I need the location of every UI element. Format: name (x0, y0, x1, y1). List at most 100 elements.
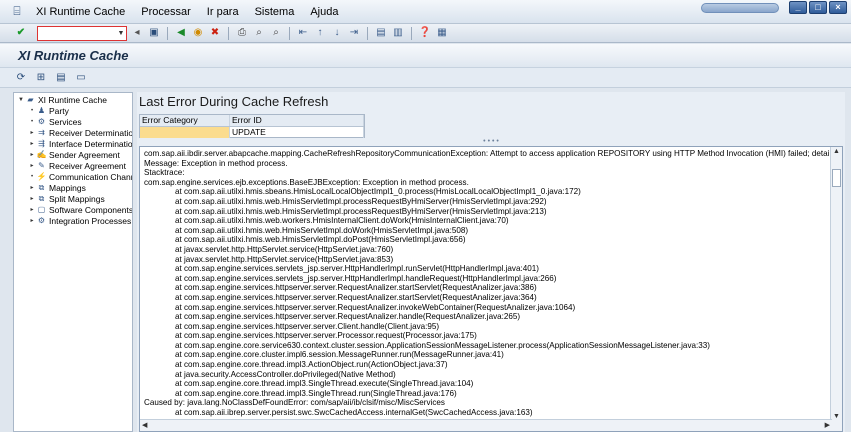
menu-bar: ⌸ XI Runtime Cache Processar Ir para Sis… (0, 0, 851, 24)
prev-page-icon[interactable]: ↑ (313, 26, 327, 40)
close-button[interactable]: × (829, 1, 847, 14)
cancel-icon[interactable]: ✖ (208, 26, 222, 40)
standard-toolbar: ✔ ▼ ◂ ▣ ◀ ◉ ✖ ⎙ ⌕ ⌕ ⇤ ↑ ↓ ⇥ ▤ ▥ ❓ ▦ (0, 24, 851, 43)
new-session-icon[interactable]: ▤ (374, 26, 388, 40)
scroll-right-icon[interactable]: ▶ (825, 421, 830, 429)
toolbar-separator (167, 26, 168, 40)
tree-item-label: Integration Processes (49, 215, 132, 226)
party-icon: ♟ (37, 106, 46, 115)
stacktrace-line: at com.sap.aii.utilxi.hmis.web.workers.H… (175, 216, 509, 226)
expand-icon[interactable]: ▸ (28, 129, 36, 136)
expand-icon[interactable]: ▸ (28, 162, 36, 169)
maximize-button[interactable]: □ (809, 1, 827, 14)
tree-item-label: Mappings (49, 182, 86, 193)
stacktrace-line: at javax.servlet.http.HttpServlet.servic… (175, 244, 394, 254)
stacktrace-line: at com.sap.engine.services.httpserver.se… (175, 302, 576, 312)
scroll-down-icon[interactable]: ▼ (833, 413, 840, 420)
stacktrace-line: at com.sap.engine.services.httpserver.se… (175, 283, 537, 293)
expand-icon[interactable]: ▸ (28, 206, 36, 213)
tree-item-receiver-determination[interactable]: ▸ ⇉ Receiver Determination (28, 127, 132, 138)
integration-process-icon: ⚙ (37, 216, 46, 225)
cache-object-tree: ▼ ▰ XI Runtime Cache • ♟ Party • ⚙ Servi… (13, 92, 133, 432)
tree-item-party[interactable]: • ♟ Party (28, 105, 69, 116)
main-content: Last Error During Cache Refresh Error Ca… (137, 92, 845, 432)
stacktrace-line: at com.sap.engine.core.thread.impl3.Acti… (175, 360, 448, 370)
shortcut-icon[interactable]: ▥ (391, 26, 405, 40)
column-header-error-category[interactable]: Error Category (140, 115, 230, 126)
menu-ir-para[interactable]: Ir para (199, 6, 247, 18)
first-page-icon[interactable]: ⇤ (296, 26, 310, 40)
expand-icon[interactable]: ▸ (28, 151, 36, 158)
chevron-down-icon[interactable]: ▼ (116, 27, 126, 40)
grid-header: Error Category Error ID (140, 115, 364, 127)
error-category-cell[interactable] (140, 127, 230, 138)
stacktrace-line: at com.sap.engine.core.service630.contex… (175, 340, 710, 350)
stacktrace-line: at com.sap.engine.services.servlets_jsp.… (175, 273, 557, 283)
tree-item-receiver-agreement[interactable]: ▸ ✎ Receiver Agreement (28, 160, 126, 171)
enter-icon[interactable]: ✔ (14, 26, 28, 40)
find-icon[interactable]: ⌕ (252, 26, 266, 40)
tree-item-services[interactable]: • ⚙ Services (28, 116, 82, 127)
tree-item-communication-channel[interactable]: • ⚡ Communication Chann (28, 171, 132, 182)
stacktrace-line: at com.sap.aii.utilxi.hmis.web.HmisServl… (175, 235, 466, 245)
tree-item-interface-determination[interactable]: ▸ ⇶ Interface Determination (28, 138, 132, 149)
interface-determination-icon: ⇶ (38, 139, 45, 148)
menu-ajuda[interactable]: Ajuda (302, 6, 346, 18)
table-view-icon[interactable]: ▭ (74, 71, 88, 85)
back-arrow-icon[interactable]: ◂ (130, 26, 144, 40)
stacktrace-line: at com.sap.engine.services.httpserver.se… (175, 321, 440, 331)
stacktrace-line: at javax.servlet.http.HttpServlet.servic… (175, 254, 394, 264)
last-page-icon[interactable]: ⇥ (347, 26, 361, 40)
detail-view-icon[interactable]: ▤ (54, 71, 68, 85)
splitter-handle[interactable]: • • • • (137, 138, 845, 145)
horizontal-scrollbar[interactable]: ◀ ▶ (140, 419, 832, 431)
tree-item-split-mappings[interactable]: ▸ ⧉ Split Mappings (28, 193, 104, 204)
stacktrace-line: at com.sap.engine.core.thread.impl3.Sing… (175, 388, 457, 398)
expand-icon[interactable]: ▸ (28, 184, 36, 191)
stacktrace-line: at com.sap.engine.services.httpserver.se… (175, 312, 521, 322)
folder-icon: ▰ (27, 95, 34, 104)
expand-icon[interactable]: ▸ (28, 195, 36, 202)
tree-item-software-components[interactable]: ▸ ▢ Software Components (28, 204, 132, 215)
error-id-cell[interactable]: UPDATE (230, 127, 364, 138)
expand-icon[interactable]: ▸ (28, 140, 36, 147)
tree-root[interactable]: ▼ ▰ XI Runtime Cache (17, 94, 107, 105)
layout-icon[interactable]: ▦ (435, 26, 449, 40)
stacktrace-line: at com.sap.aii.ibrep.server.persist.swc.… (175, 408, 533, 418)
refresh-icon[interactable]: ⟳ (14, 71, 28, 85)
table-row[interactable]: UPDATE (140, 127, 364, 138)
collapse-icon[interactable]: ▼ (17, 97, 25, 103)
stacktrace-line: at com.sap.engine.core.thread.impl3.Sing… (175, 379, 474, 389)
sap-menu-icon[interactable]: ⌸ (6, 4, 28, 20)
title-bar: XI Runtime Cache (0, 44, 851, 68)
tree-item-integration-processes[interactable]: ▸ ⚙ Integration Processes (28, 215, 131, 226)
receiver-agreement-icon: ✎ (38, 161, 45, 170)
menu-xi-runtime-cache[interactable]: XI Runtime Cache (28, 6, 133, 18)
green-back-icon[interactable]: ◀ (174, 26, 188, 40)
column-header-error-id[interactable]: Error ID (230, 115, 364, 126)
vertical-scrollbar[interactable]: ▲ ▼ (830, 147, 842, 431)
tree-item-sender-agreement[interactable]: ▸ ✍ Sender Agreement (28, 149, 119, 160)
hierarchy-icon[interactable]: ⊞ (34, 71, 48, 85)
print-icon[interactable]: ⎙ (235, 26, 249, 40)
menu-sistema[interactable]: Sistema (247, 6, 303, 18)
menu-processar[interactable]: Processar (133, 6, 199, 18)
tree-item-mappings[interactable]: ▸ ⧉ Mappings (28, 182, 86, 193)
scroll-thumb[interactable] (832, 169, 841, 187)
stacktrace-line: at com.sap.engine.services.httpserver.se… (175, 331, 477, 341)
tree-item-label: Services (49, 116, 82, 127)
help-icon[interactable]: ❓ (418, 26, 432, 40)
scroll-left-icon[interactable]: ◀ (142, 421, 147, 429)
expand-icon[interactable]: ▸ (28, 217, 36, 224)
exit-icon[interactable]: ◉ (191, 26, 205, 40)
stacktrace-text: com.sap.aii.ibdir.server.abapcache.mappi… (144, 149, 834, 419)
save-icon[interactable]: ▣ (147, 26, 161, 40)
command-field[interactable]: ▼ (37, 25, 127, 41)
menu-scroll-handle[interactable] (701, 3, 779, 13)
split-mapping-icon: ⧉ (38, 193, 45, 203)
stacktrace-line: com.sap.engine.services.ejb.exceptions.B… (144, 177, 469, 187)
find-next-icon[interactable]: ⌕ (269, 26, 283, 40)
minimize-button[interactable]: _ (789, 1, 807, 14)
scroll-up-icon[interactable]: ▲ (833, 148, 840, 155)
next-page-icon[interactable]: ↓ (330, 26, 344, 40)
